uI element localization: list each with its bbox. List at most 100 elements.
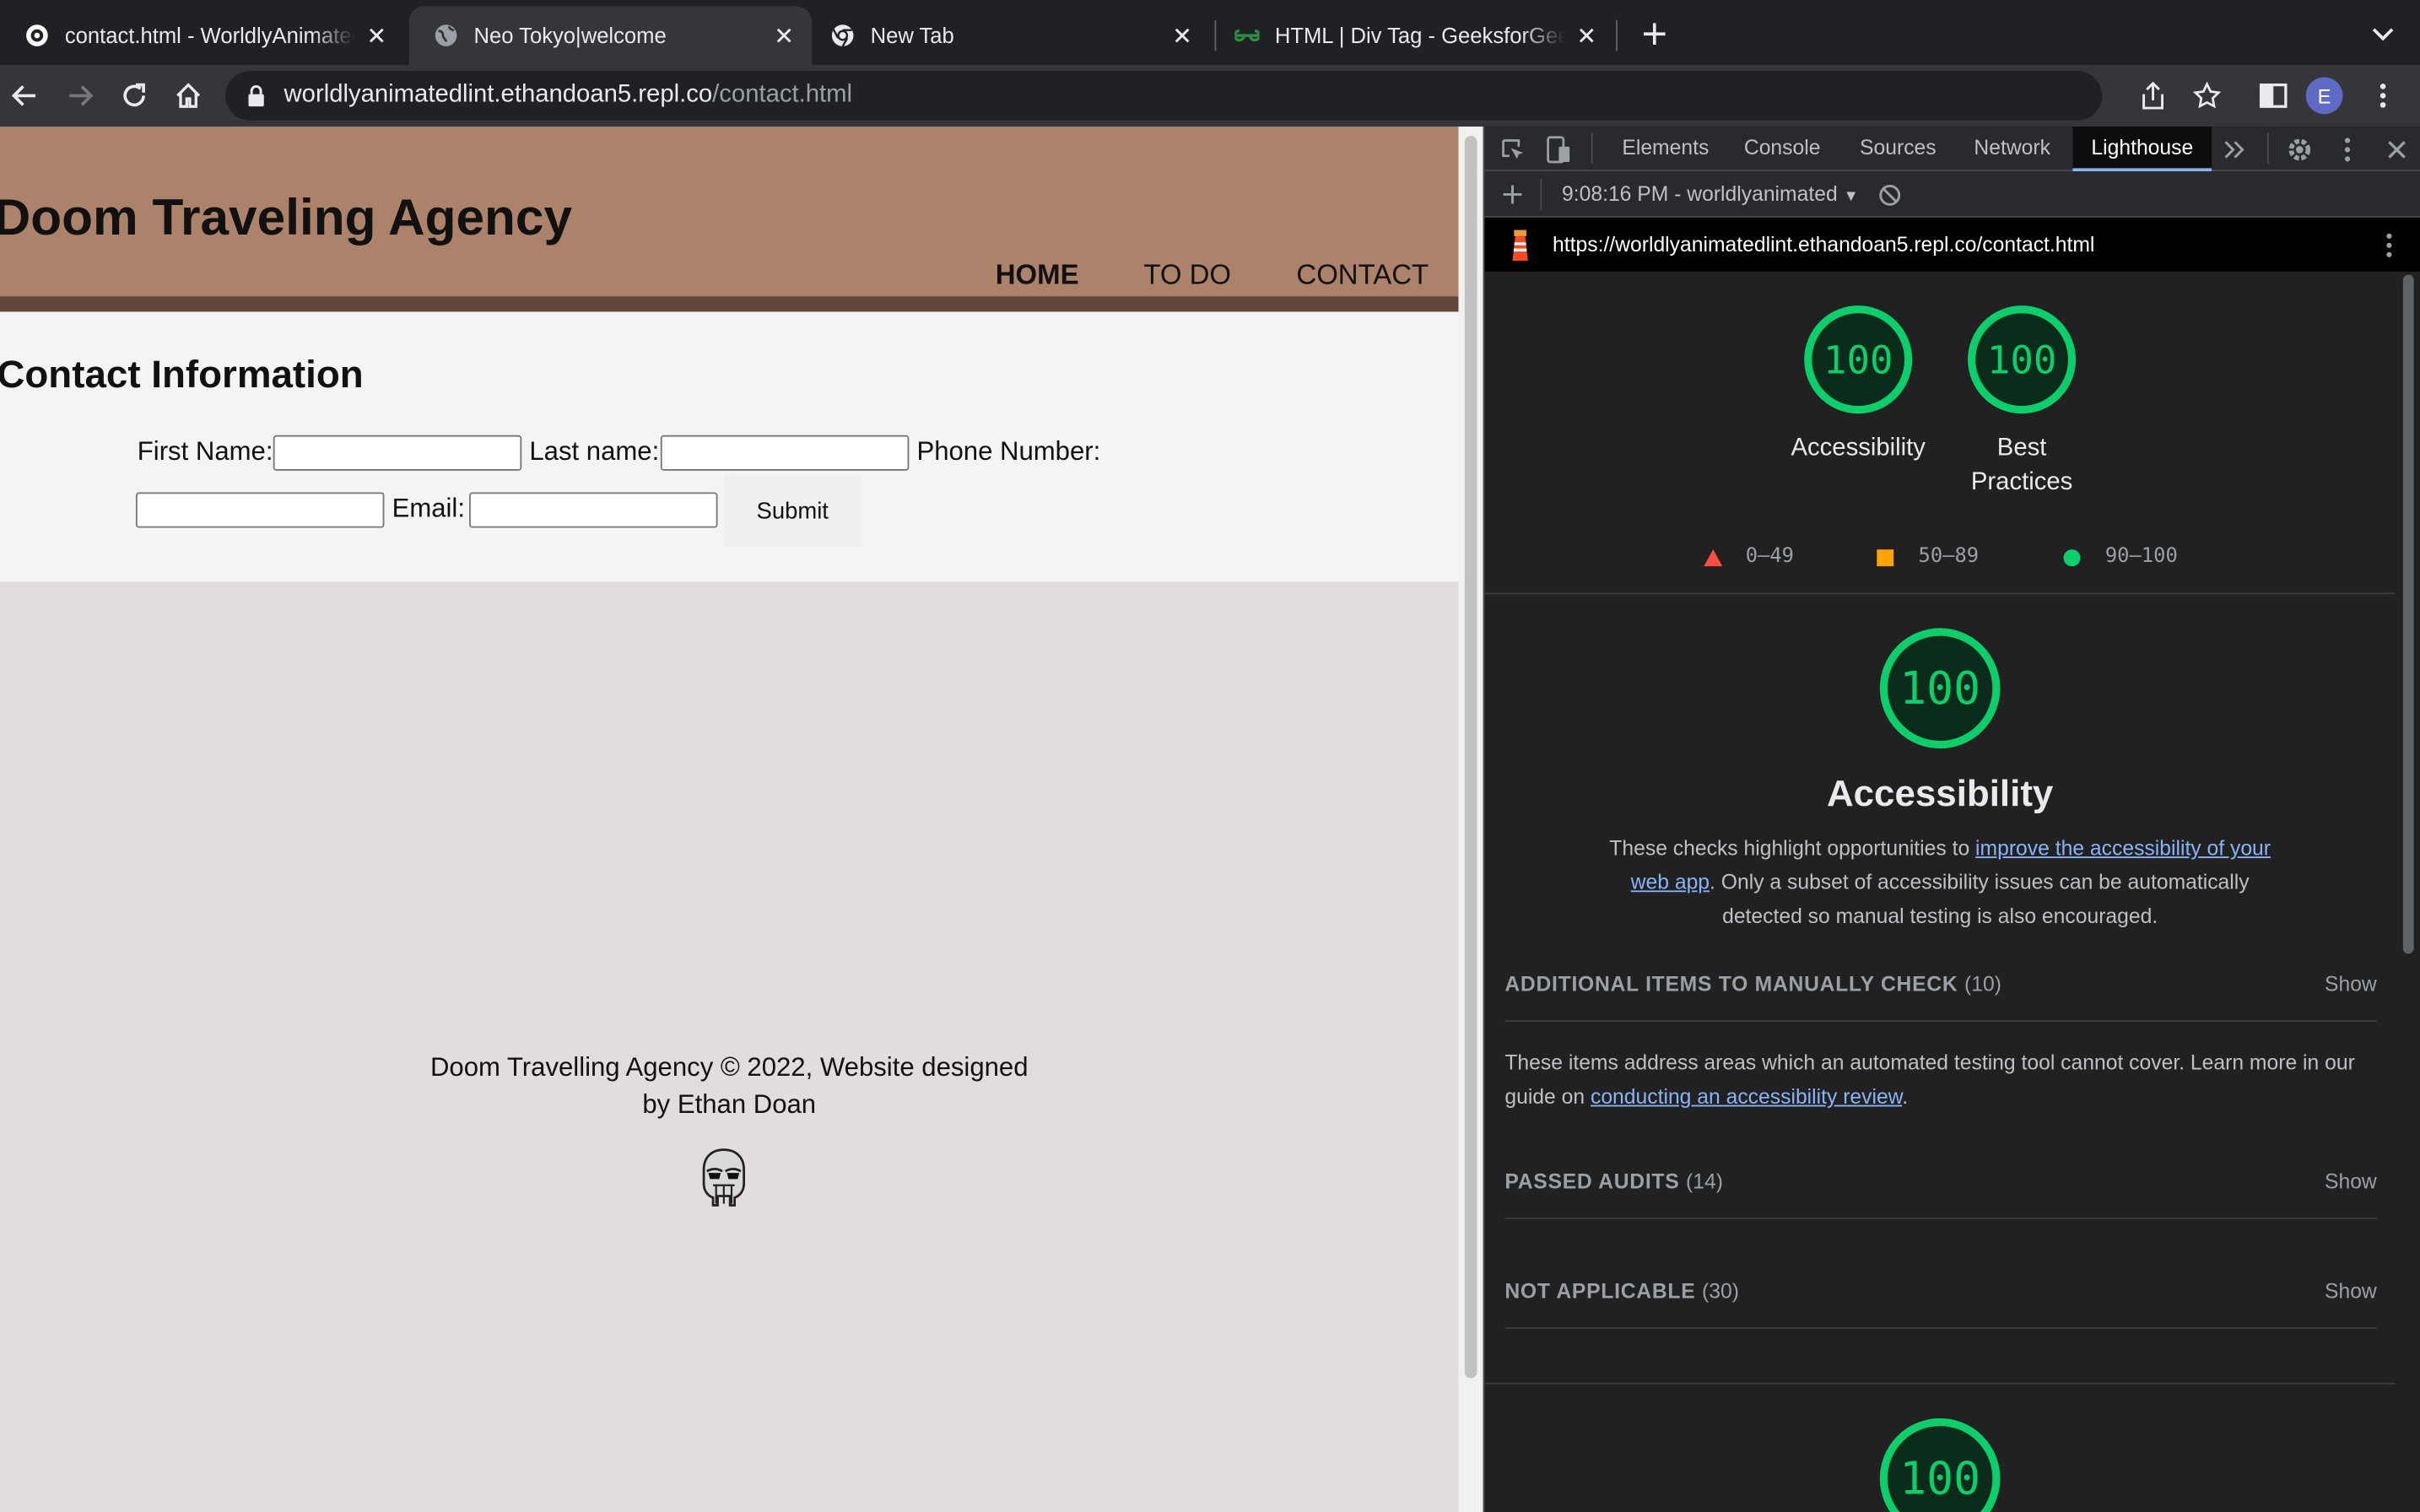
accessibility-review-link[interactable]: conducting an accessibility review	[1591, 1085, 1902, 1108]
address-bar[interactable]: worldlyanimatedlint.ethandoan5.repl.co/c…	[225, 71, 2222, 121]
show-manual-check-button[interactable]: Show	[2325, 972, 2377, 995]
desc-text: .	[1902, 1084, 1909, 1109]
contact-section: Contact Information First Name: Last nam…	[0, 311, 1459, 582]
lighthouse-report: 100 Accessibility 100 Best Practices 0–4…	[1484, 271, 2396, 1512]
divider	[1504, 1020, 2377, 1022]
tab-neo-tokyo[interactable]: Neo Tokyo|welcome	[408, 6, 813, 65]
close-tab-icon[interactable]	[772, 23, 797, 47]
first-name-input[interactable]	[273, 435, 522, 471]
devtools-menu-icon[interactable]	[2332, 134, 2363, 165]
tab-geeksforgeeks[interactable]: HTML | Div Tag - GeeksforGeeks	[1210, 6, 1614, 65]
devtools-panel: Elements Console Sources Network Lightho…	[1483, 126, 2420, 1512]
report-menu-icon[interactable]	[2374, 230, 2405, 262]
divider	[1504, 1327, 2377, 1329]
divider	[1484, 1382, 2396, 1385]
report-url[interactable]: https://worldlyanimatedlint.ethandoan5.r…	[1553, 233, 2094, 256]
submit-button[interactable]: Submit	[723, 475, 862, 547]
nav-home[interactable]: HOME	[996, 259, 1079, 291]
lock-icon[interactable]	[247, 85, 266, 107]
report-selector-label: 9:08:16 PM - worldlyanimated	[1562, 181, 1838, 206]
doom-mask-icon	[702, 1148, 745, 1207]
legend-average: 50–89	[1918, 544, 1980, 569]
tab-title: HTML | Div Tag - GeeksforGeeks	[1274, 23, 1565, 48]
tab-title: contact.html - WorldlyAnimatedLint	[64, 23, 355, 48]
devtools-tab-console[interactable]: Console	[1744, 136, 1821, 159]
devtools-tab-lighthouse[interactable]: Lighthouse	[2072, 126, 2212, 172]
score-value: 100	[1823, 337, 1893, 382]
tab-title: New Tab	[870, 23, 954, 48]
home-button[interactable]	[173, 80, 204, 111]
forward-button[interactable]	[65, 80, 96, 111]
section-manual-check-title[interactable]: ADDITIONAL ITEMS TO MANUALLY CHECK (10)	[1504, 972, 2001, 995]
page-scrollbar[interactable]	[1458, 126, 1483, 1512]
devtools-separator	[1540, 179, 1542, 210]
more-tabs-icon[interactable]	[2219, 134, 2250, 165]
side-panel-icon[interactable]	[2258, 80, 2289, 111]
score-gauge-best-practices[interactable]: 100	[1966, 304, 2077, 415]
tab-search-chevron-icon[interactable]	[2368, 19, 2399, 50]
device-toolbar-icon[interactable]	[1543, 134, 1575, 165]
clear-reports-icon[interactable]	[1874, 179, 1905, 210]
phone-input[interactable]	[135, 492, 385, 528]
show-not-applicable-button[interactable]: Show	[2325, 1279, 2377, 1302]
devtools-tab-network[interactable]: Network	[1974, 136, 2050, 159]
devtools-tabbar: Elements Console Sources Network Lightho…	[1484, 126, 2420, 172]
nav-contact[interactable]: CONTACT	[1296, 259, 1429, 291]
close-tab-icon[interactable]	[1575, 23, 1599, 47]
nav-to-do[interactable]: TO DO	[1143, 259, 1231, 291]
profile-avatar[interactable]: E	[2305, 77, 2343, 115]
score-label-best-practices: Best Practices	[1899, 432, 2146, 500]
score-value: 100	[1899, 1452, 1981, 1505]
bookmark-star-icon[interactable]	[2191, 80, 2223, 111]
legend-pass: 90–100	[2104, 544, 2178, 569]
site-footer: Doom Travelling Agency © 2022, Website d…	[0, 1050, 1458, 1124]
legend-fail: 0–49	[1745, 544, 1794, 569]
section-not-applicable-title[interactable]: NOT APPLICABLE (30)	[1504, 1279, 1739, 1302]
devtools-tab-elements[interactable]: Elements	[1622, 136, 1709, 159]
settings-gear-icon[interactable]	[2284, 134, 2315, 165]
divider	[1484, 592, 2396, 595]
devtools-separator	[2266, 132, 2269, 164]
phone-label: Phone Number:	[916, 436, 1101, 467]
share-icon[interactable]	[2137, 80, 2169, 111]
show-passed-audits-button[interactable]: Show	[2325, 1169, 2377, 1192]
fail-triangle-icon	[1704, 549, 1723, 567]
new-tab-button[interactable]	[1639, 19, 1670, 50]
globe-icon	[435, 24, 457, 46]
close-devtools-icon[interactable]	[2381, 134, 2412, 165]
section-title: ADDITIONAL ITEMS TO MANUALLY CHECK	[1504, 972, 1958, 996]
score-gauge-accessibility[interactable]: 100	[1802, 304, 1914, 415]
email-input[interactable]	[469, 492, 718, 528]
section-passed-audits-title[interactable]: PASSED AUDITS (14)	[1504, 1169, 1723, 1192]
inspect-element-icon[interactable]	[1497, 134, 1528, 165]
section-title: NOT APPLICABLE	[1504, 1279, 1696, 1303]
report-url-bar: https://worldlyanimatedlint.ethandoan5.r…	[1484, 217, 2420, 272]
score-value: 100	[1899, 662, 1981, 715]
close-tab-icon[interactable]	[365, 23, 389, 47]
tab-new-tab[interactable]: New Tab	[806, 6, 1210, 65]
dropdown-caret-icon: ▼	[1843, 188, 1859, 206]
devtools-separator	[1591, 132, 1593, 164]
tab-contact-html[interactable]: contact.html - WorldlyAnimatedLint	[0, 6, 404, 65]
scrollbar-thumb[interactable]	[1464, 135, 1477, 1379]
last-name-input[interactable]	[660, 435, 910, 471]
back-button[interactable]	[9, 80, 41, 111]
report-scrollbar[interactable]	[2395, 271, 2420, 1512]
email-label: Email:	[392, 494, 465, 524]
chrome-icon	[831, 24, 854, 47]
scrollbar-thumb[interactable]	[2402, 274, 2414, 954]
contact-heading: Contact Information	[0, 353, 364, 397]
tab-separator	[1616, 19, 1618, 51]
next-category-score-gauge: 100	[1878, 1417, 2001, 1512]
devtools-tab-sources[interactable]: Sources	[1860, 136, 1937, 159]
close-tab-icon[interactable]	[1169, 23, 1194, 47]
site-title: Doom Traveling Agency	[0, 188, 573, 246]
section-count: (10)	[1964, 972, 2001, 996]
url-path: /contact.html	[712, 81, 853, 109]
report-selector[interactable]: 9:08:16 PM - worldlyanimated ▼	[1562, 182, 1859, 205]
new-report-plus-icon[interactable]	[1497, 179, 1528, 210]
category-score-gauge: 100	[1878, 627, 2001, 750]
site-header: Doom Traveling Agency HOME TO DO CONTACT	[0, 126, 1459, 297]
reload-button[interactable]	[119, 80, 150, 111]
browser-menu-icon[interactable]	[2368, 80, 2399, 111]
